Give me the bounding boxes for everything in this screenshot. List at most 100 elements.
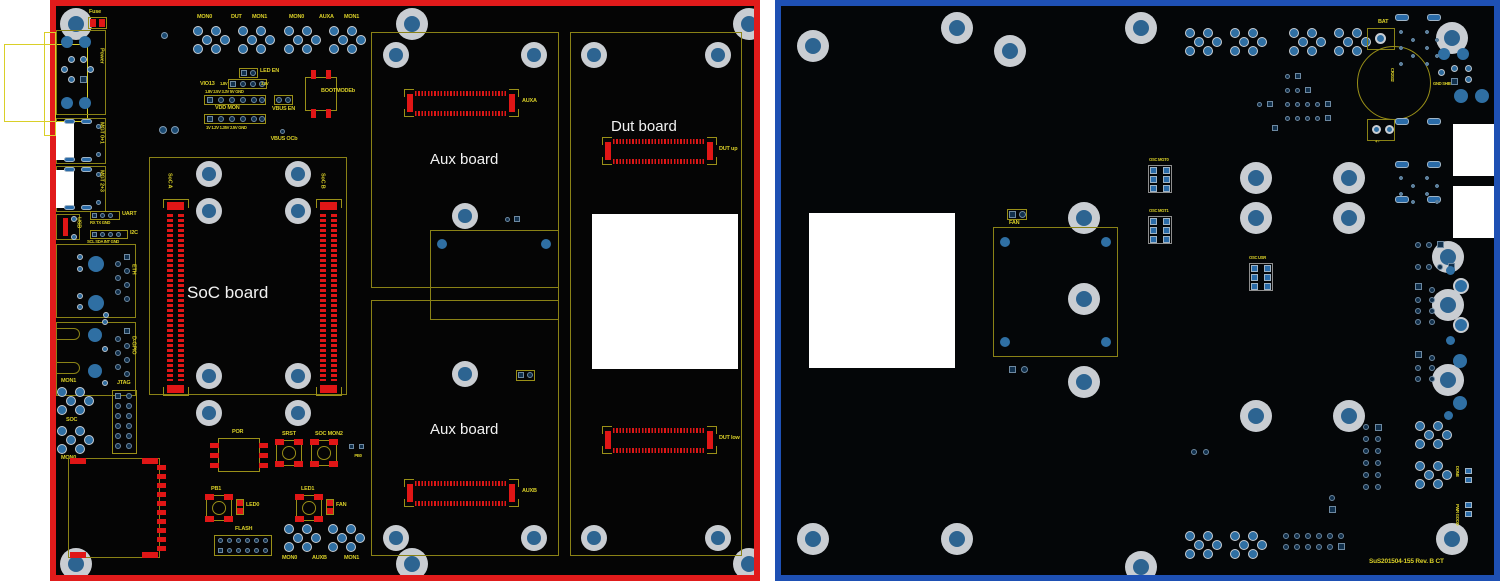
- mounting-hole: [383, 525, 409, 551]
- via: [1327, 544, 1333, 550]
- eth-label: ETH: [130, 264, 137, 275]
- soc-b-label: SoC B: [319, 173, 326, 189]
- vio13-pin: [240, 81, 246, 87]
- vdd-mon-label: VDD MON: [215, 105, 240, 111]
- dut-low-fingers-bottom: [613, 448, 706, 453]
- i2c-pin: [100, 232, 105, 237]
- por-button[interactable]: [275, 439, 303, 467]
- via: [1415, 297, 1421, 303]
- id-label: POR: [232, 429, 244, 435]
- mounting-hole: [1125, 12, 1157, 44]
- fan-mount-pad: [1101, 337, 1111, 347]
- dgpio-pin: [124, 371, 130, 377]
- osc-pad: [1251, 274, 1258, 281]
- shield-via: [1465, 65, 1472, 72]
- led-en-label: LED EN: [260, 68, 279, 74]
- pcb-layout-canvas: Power Fuse MGT 0+1 MGT 2+3 USB UART RX T…: [0, 0, 1500, 581]
- bat-clip-pad: [1375, 33, 1386, 44]
- vdd-mon-pin-names: 1V 1.2V 1.35V 2.5V GND: [206, 125, 247, 130]
- dut-low-bracket: [602, 446, 612, 454]
- flash-pin: [254, 538, 259, 543]
- back-keepout-area: [809, 213, 955, 368]
- via: [1294, 544, 1300, 550]
- shield-via: [1465, 76, 1472, 83]
- fuse-label: Fuse: [89, 9, 102, 15]
- osc-pad: [1150, 236, 1157, 243]
- pb1-button[interactable]: [295, 494, 323, 522]
- mgt-shield-pad-back: [1427, 14, 1441, 21]
- dut-low-label: DUT low: [719, 435, 740, 441]
- dut-board-label: Dut board: [611, 118, 677, 135]
- via: [1295, 116, 1300, 121]
- mon-top-dut-label-0: MON0: [197, 14, 213, 20]
- bottom-left-module-outline: [68, 458, 160, 558]
- via: [1363, 448, 1369, 454]
- uart-pin-1: [92, 213, 97, 218]
- via: [1363, 460, 1369, 466]
- dut-low-fingers-top: [613, 428, 706, 433]
- via: [1305, 544, 1311, 550]
- aux-board-lower-label: Aux board: [430, 421, 499, 438]
- mgt-shield-pad-back: [1427, 118, 1441, 125]
- mgt-shield-pad: [64, 167, 75, 172]
- mounting-hole: [1333, 162, 1365, 194]
- via: [1329, 495, 1335, 501]
- fan-mount-pad: [1101, 237, 1111, 247]
- via: [1363, 472, 1369, 478]
- eth-pin: [115, 289, 121, 295]
- auxa-fingers-bottom: [415, 111, 508, 116]
- auxa-bracket: [404, 109, 414, 117]
- pb0-button[interactable]: [205, 494, 233, 522]
- dgpio-pin: [115, 336, 121, 342]
- mon-cluster: [56, 387, 102, 417]
- led-en-pin-1: [241, 70, 247, 76]
- osc-mgt0-label: OSC MGT0: [1149, 157, 1169, 162]
- soc-b-bracket: [316, 199, 342, 208]
- mon-left-top-label: MON1: [61, 378, 77, 384]
- vdd-mon-pin: [229, 116, 235, 122]
- power-connector-shell: [44, 32, 56, 136]
- srst-button[interactable]: [310, 439, 338, 467]
- dut-up-bracket: [707, 137, 717, 145]
- mon-left-mid-label: SOC: [66, 417, 78, 423]
- mounting-hole: [1240, 162, 1272, 194]
- vio13-rail-pin: [251, 97, 257, 103]
- power-pad: [61, 97, 73, 109]
- eth-pin: [124, 296, 130, 302]
- revision-text: SuS201504-155 Rev. B CT: [1369, 558, 1444, 565]
- module-pad: [70, 458, 86, 464]
- uart-label: UART: [122, 211, 137, 217]
- module-pad: [70, 552, 86, 558]
- srst-label: SOC MON2: [315, 431, 343, 437]
- osc-pad: [1251, 283, 1258, 290]
- mon-bottom-right-label: MON1: [344, 555, 360, 561]
- osc-pad: [1150, 167, 1157, 174]
- soc-a-finger-row: [167, 214, 173, 381]
- osc-pad: [1163, 185, 1170, 192]
- mounting-hole: [705, 525, 731, 551]
- coin-cell-label: CR2032: [1390, 68, 1396, 82]
- mounting-hole: [1240, 202, 1272, 234]
- via: [159, 126, 167, 134]
- dgpio-pin: [115, 364, 121, 370]
- osc-pad: [1150, 218, 1157, 225]
- i2c-label: I2C: [130, 230, 138, 236]
- mgt-shield-pad: [64, 205, 75, 210]
- via: [1429, 376, 1435, 382]
- mgt-shield-pad-back: [1395, 161, 1409, 168]
- osc-pad: [1150, 176, 1157, 183]
- mon-cluster-back: [1230, 531, 1276, 561]
- mon-cluster: [329, 26, 375, 56]
- via-square: [1338, 543, 1345, 550]
- via: [1315, 102, 1320, 107]
- auxb-bracket: [509, 499, 519, 507]
- via: [1316, 533, 1322, 539]
- mon-cluster-back: [1185, 531, 1231, 561]
- via: [1305, 116, 1310, 121]
- pad: [1446, 336, 1455, 345]
- mounting-hole: [285, 198, 311, 224]
- fuse-pad: [99, 19, 105, 27]
- osc-pad: [1264, 265, 1271, 272]
- mgt-shield-pad: [81, 119, 92, 124]
- vbus-ocb-label: VBUS OCb: [270, 136, 298, 142]
